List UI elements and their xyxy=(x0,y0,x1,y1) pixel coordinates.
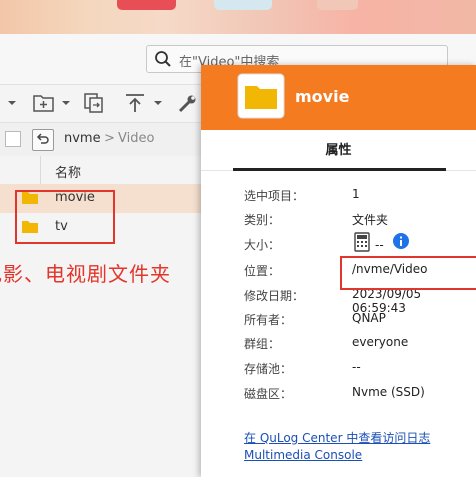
qulog-link[interactable]: 在 QuLog Center 中查看访问日志 xyxy=(244,429,430,446)
copy-icon xyxy=(84,93,103,113)
tools-button[interactable] xyxy=(176,91,200,115)
prop-label: 磁盘区： xyxy=(244,387,293,401)
annotation-text: 电影、电视剧文件夹 xyxy=(0,262,171,286)
back-button[interactable] xyxy=(32,129,54,151)
desktop-app-icon[interactable] xyxy=(117,0,176,10)
desktop-app-icon[interactable] xyxy=(317,0,358,10)
prop-value: QNAP xyxy=(352,311,386,325)
desktop-app-icon[interactable] xyxy=(214,0,272,10)
breadcrumb-current: Video xyxy=(118,131,155,146)
search-icon xyxy=(155,51,171,67)
view-mode-dropdown[interactable] xyxy=(0,91,18,115)
copy-button[interactable] xyxy=(82,91,106,115)
prop-value: 文件夹 xyxy=(352,213,389,227)
prop-value: everyone xyxy=(352,335,409,349)
panel-title: movie xyxy=(295,87,350,106)
breadcrumb-separator: > xyxy=(104,131,115,146)
prop-label: 所有者： xyxy=(244,313,293,327)
upload-icon xyxy=(126,94,162,112)
prop-label: 存储池： xyxy=(244,362,293,376)
prop-label: 大小： xyxy=(244,238,281,252)
tab-bar: 属性 xyxy=(201,130,476,171)
prop-label: 群组： xyxy=(244,337,281,351)
properties-panel: movie 属性 选中项目： 1 类别： 文件夹 大小： -- 位置： /nvm… xyxy=(201,65,476,477)
prop-label: 位置： xyxy=(244,264,281,278)
tab-indicator xyxy=(233,168,446,171)
tab-properties[interactable]: 属性 xyxy=(201,130,476,170)
upload-button[interactable] xyxy=(124,91,166,115)
info-icon[interactable] xyxy=(393,233,409,249)
multimedia-console-link[interactable]: Multimedia Console xyxy=(244,448,362,462)
panel-header: movie xyxy=(201,65,476,130)
desktop-background xyxy=(0,0,476,34)
chevron-down-icon xyxy=(8,101,16,105)
toolbar xyxy=(0,84,210,121)
prop-label: 修改日期： xyxy=(244,289,305,303)
column-name-header[interactable]: 名称 xyxy=(55,162,81,181)
breadcrumb-root[interactable]: nvme xyxy=(64,131,101,146)
prop-value: Nvme (SSD) xyxy=(352,385,425,399)
column-divider xyxy=(40,156,41,184)
breadcrumb: nvme > Video xyxy=(0,122,210,158)
prop-label: 类别： xyxy=(244,213,281,227)
wrench-icon xyxy=(178,95,196,113)
list-header: 名称 xyxy=(0,156,210,185)
folder-icon xyxy=(237,73,285,119)
back-arrow-icon xyxy=(36,133,49,144)
add-folder-icon xyxy=(33,95,70,112)
highlight-box xyxy=(340,256,476,290)
prop-value: -- xyxy=(352,360,361,374)
prop-value: 1 xyxy=(352,187,360,201)
create-folder-button[interactable] xyxy=(32,91,72,115)
highlight-box xyxy=(15,190,115,244)
select-all-checkbox[interactable] xyxy=(5,131,21,147)
calculator-icon[interactable] xyxy=(354,232,370,252)
prop-value: -- xyxy=(375,238,384,252)
prop-label: 选中项目： xyxy=(244,189,305,203)
